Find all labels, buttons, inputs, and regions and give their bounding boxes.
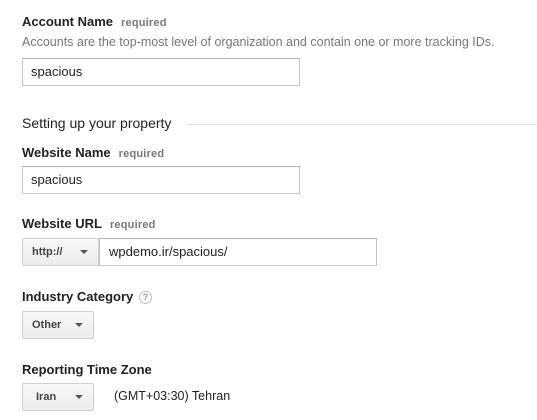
website-name-label-text: Website Name [22,145,111,160]
required-tag: required [109,219,156,231]
required-tag: required [118,148,165,160]
industry-category-label: Industry Category [22,289,134,304]
help-icon[interactable]: ? [139,291,152,304]
account-name-input[interactable]: spacious [22,58,300,86]
website-url-label: Website URL required [22,216,156,231]
website-url-label-text: Website URL [22,216,102,231]
timezone-country-dropdown[interactable]: Iran [22,383,94,411]
industry-category-dropdown[interactable]: Other [22,311,94,339]
reporting-time-zone-label: Reporting Time Zone [22,362,152,377]
account-help-text: Accounts are the top-most level of organ… [22,35,495,49]
section-divider [186,124,537,125]
protocol-dropdown[interactable]: http:// [22,238,99,266]
timezone-zone-text[interactable]: (GMT+03:30) Tehran [114,389,230,403]
chevron-down-icon [75,323,83,327]
account-name-label-text: Account Name [22,14,114,29]
website-url-input[interactable]: wpdemo.ir/spacious/ [99,238,377,266]
protocol-value: http:// [32,246,63,258]
timezone-country-value: Iran [36,391,57,403]
property-section-title: Setting up your property [22,115,172,131]
industry-category-value: Other [32,319,62,331]
required-tag: required [121,17,167,29]
account-name-label: Account Name required [22,14,167,29]
chevron-down-icon [75,395,83,399]
chevron-down-icon [80,250,88,254]
website-name-input[interactable]: spacious [22,166,300,194]
website-name-label: Website Name required [22,145,164,160]
